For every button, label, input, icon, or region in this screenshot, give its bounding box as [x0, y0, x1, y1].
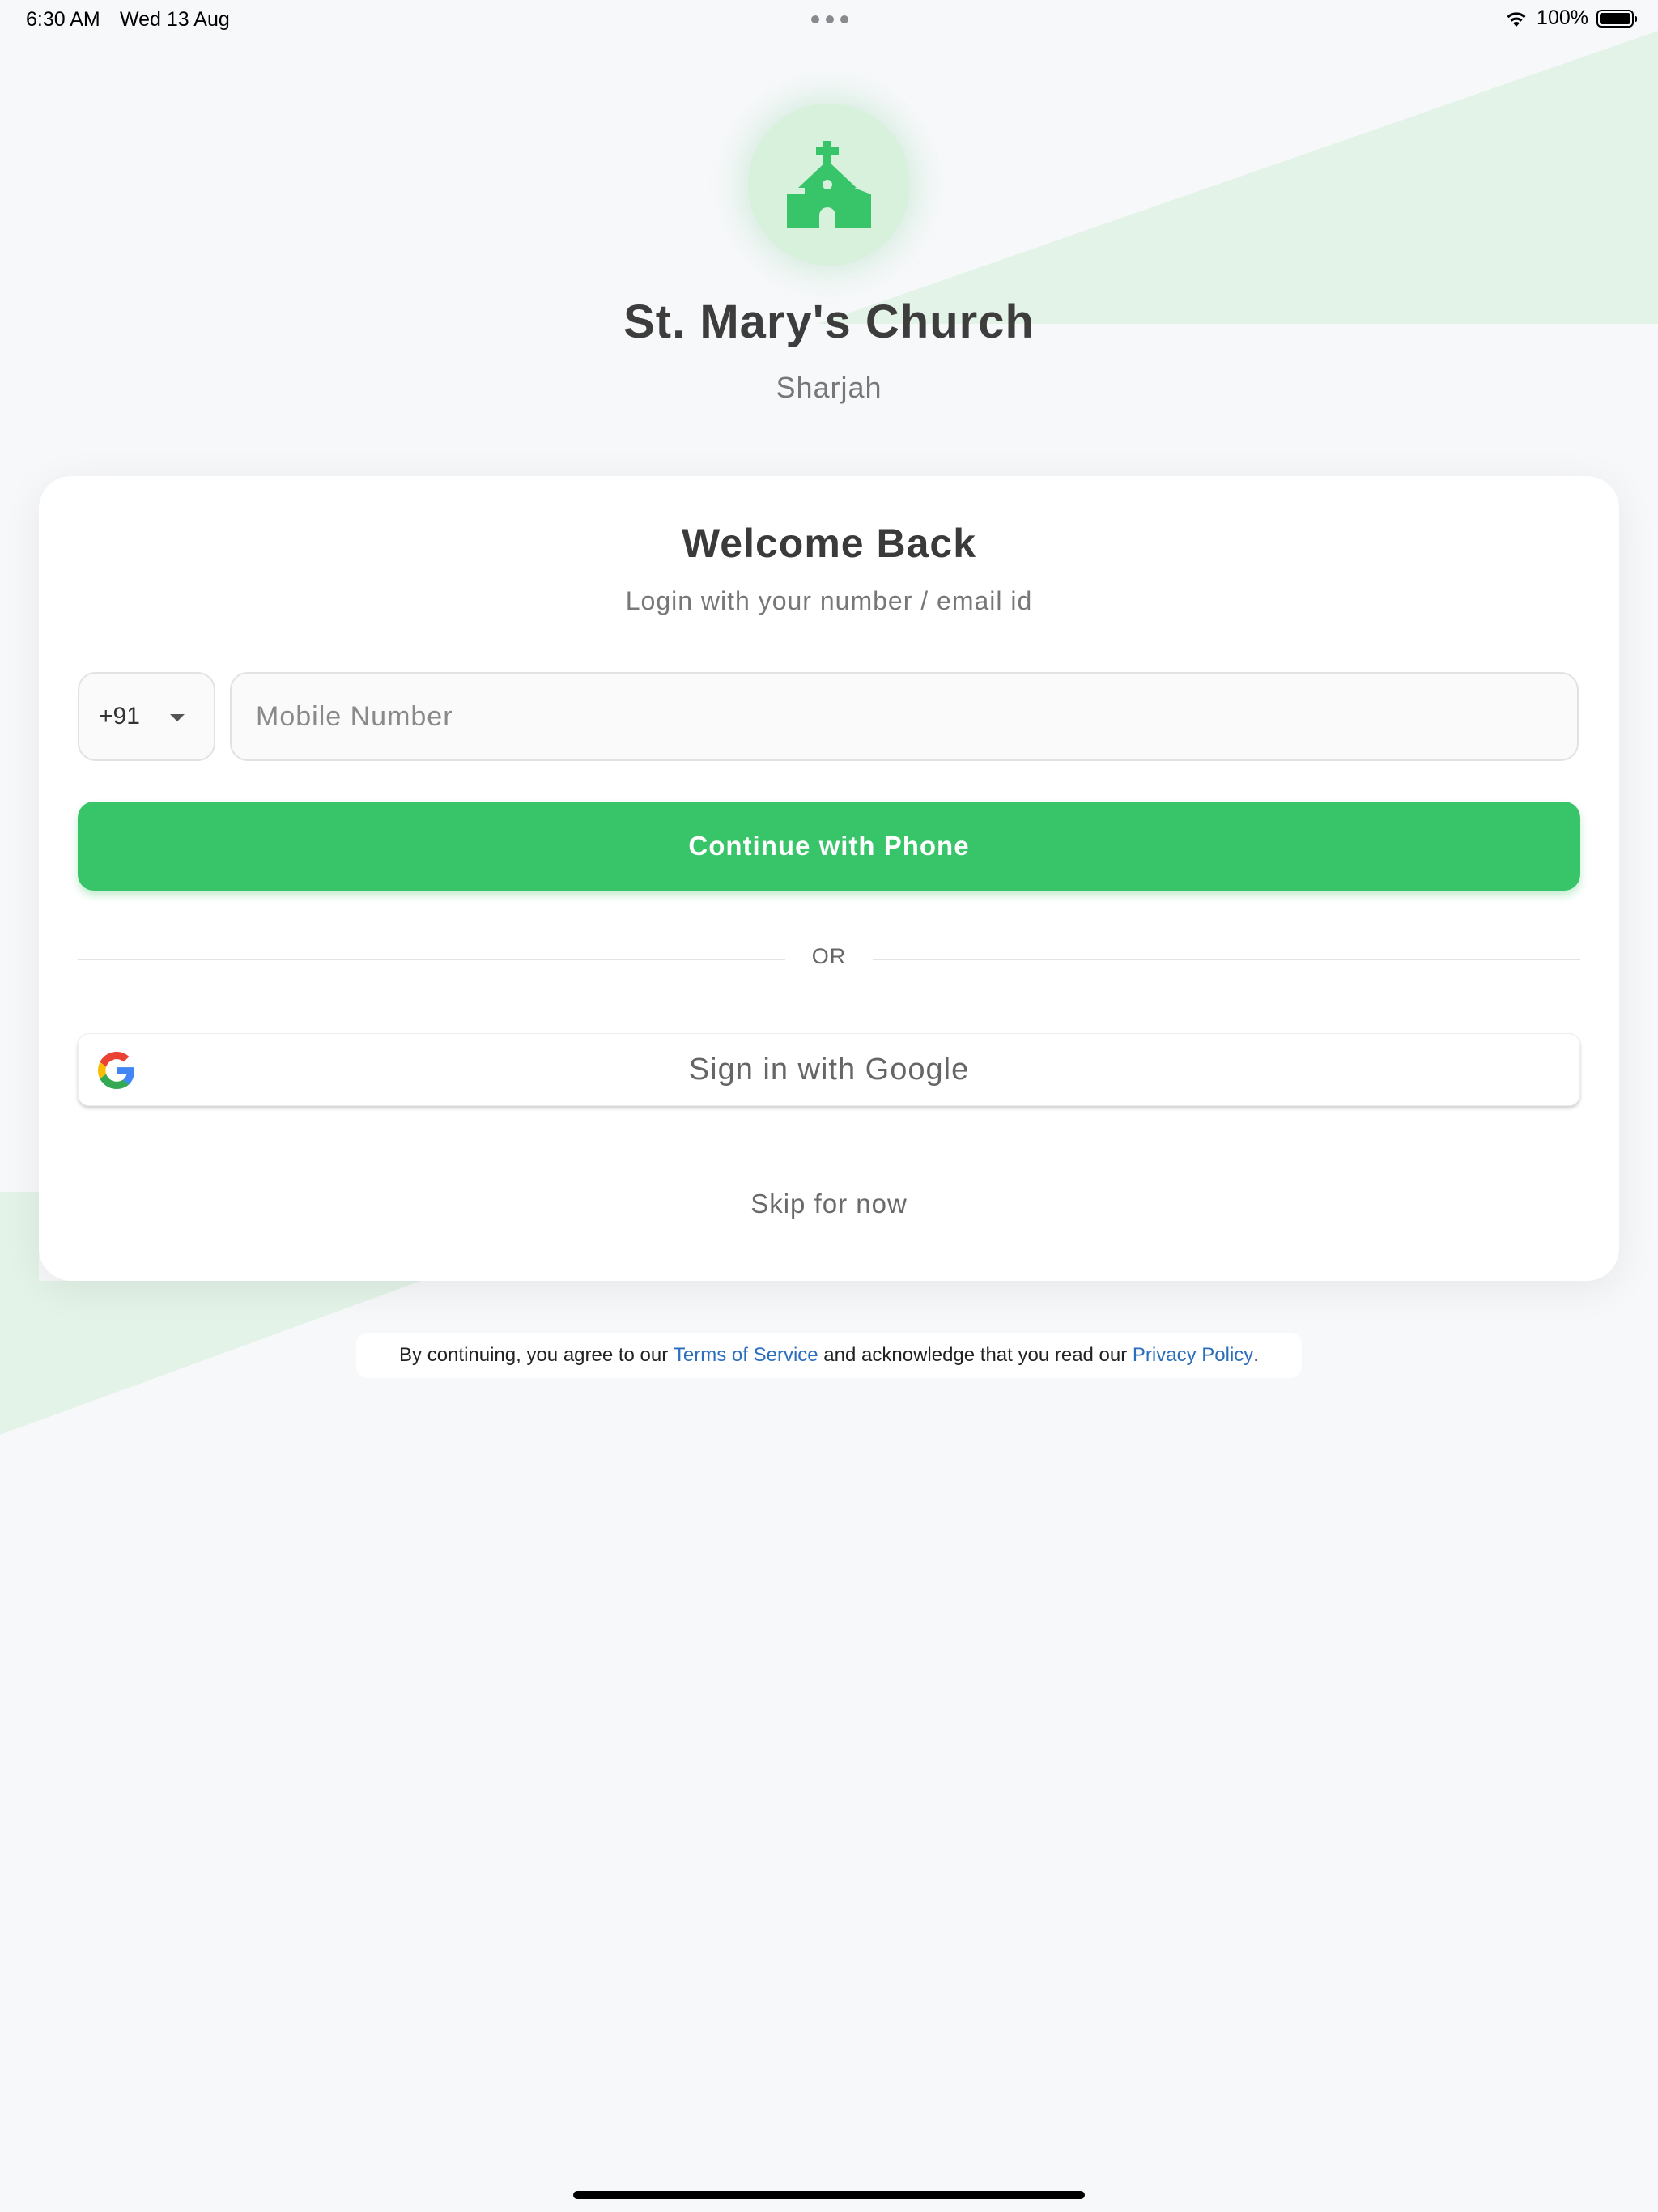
status-time: 6:30 AM: [26, 8, 100, 31]
skip-for-now-link[interactable]: Skip for now: [39, 1189, 1619, 1219]
login-card: Welcome Back Login with your number / em…: [39, 476, 1619, 1281]
mobile-number-input[interactable]: [230, 672, 1579, 761]
country-code-value: +91: [99, 703, 140, 730]
church-location: Sharjah: [776, 371, 882, 404]
terms-middle: and acknowledge that you read our: [818, 1344, 1133, 1366]
or-separator: OR: [811, 944, 847, 968]
google-icon: [98, 1052, 135, 1089]
status-date: Wed 13 Aug: [120, 8, 230, 31]
divider-left: [78, 959, 785, 960]
home-indicator[interactable]: [573, 2191, 1085, 2199]
google-button-label: Sign in with Google: [688, 1052, 970, 1087]
welcome-title: Welcome Back: [681, 521, 977, 566]
terms-suffix: .: [1253, 1344, 1259, 1366]
sign-in-with-google-button[interactable]: Sign in with Google: [78, 1033, 1580, 1106]
battery-percentage: 100%: [1537, 6, 1588, 29]
terms-notice: By continuing, you agree to our Terms of…: [356, 1333, 1302, 1378]
dropdown-arrow-icon: [170, 714, 185, 721]
privacy-policy-link[interactable]: Privacy Policy: [1133, 1344, 1253, 1367]
multitasking-dots-icon[interactable]: [811, 15, 848, 23]
login-subtitle: Login with your number / email id: [625, 586, 1033, 615]
terms-of-service-link[interactable]: Terms of Service: [674, 1344, 818, 1367]
church-logo: [748, 104, 910, 266]
battery-icon: [1596, 9, 1637, 28]
status-bar: 6:30 AM Wed 13 Aug 100%: [0, 0, 1658, 39]
country-code-select[interactable]: +91: [78, 672, 215, 761]
church-icon: [787, 141, 871, 228]
continue-with-phone-button[interactable]: Continue with Phone: [78, 802, 1580, 891]
divider-right: [873, 959, 1580, 960]
wifi-icon: [1507, 11, 1526, 27]
status-indicators: 100%: [1504, 6, 1637, 30]
terms-prefix: By continuing, you agree to our: [399, 1344, 674, 1366]
church-name: St. Mary's Church: [623, 296, 1035, 348]
